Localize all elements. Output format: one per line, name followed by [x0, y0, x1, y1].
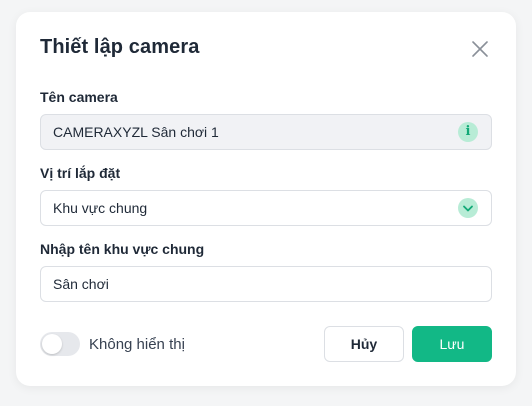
chevron-down-icon [458, 198, 478, 218]
info-icon[interactable]: i [458, 122, 478, 142]
camera-name-field[interactable]: CAMERAXYZL Sân chơi 1 i [40, 114, 492, 150]
info-icon-glyph: i [465, 124, 471, 139]
toggle-knob [42, 334, 62, 354]
dialog-title: Thiết lập camera [40, 36, 200, 58]
camera-name-value: CAMERAXYZL Sân chơi 1 [53, 124, 219, 140]
area-name-input[interactable] [40, 266, 492, 302]
camera-settings-dialog: Thiết lập camera Tên camera CAMERAXYZL S… [16, 12, 516, 386]
close-icon [472, 41, 488, 57]
install-location-label: Vị trí lắp đặt [40, 165, 121, 181]
visibility-toggle[interactable] [40, 332, 80, 356]
cancel-button[interactable]: Hủy [324, 326, 404, 362]
close-button[interactable] [470, 39, 490, 59]
save-button[interactable]: Lưu [412, 326, 492, 362]
install-location-select[interactable]: Khu vực chung [40, 190, 492, 226]
area-name-label: Nhập tên khu vực chung [40, 241, 205, 257]
visibility-toggle-label: Không hiển thị [89, 336, 185, 353]
camera-name-label: Tên camera [40, 89, 118, 105]
install-location-selected: Khu vực chung [53, 200, 148, 216]
